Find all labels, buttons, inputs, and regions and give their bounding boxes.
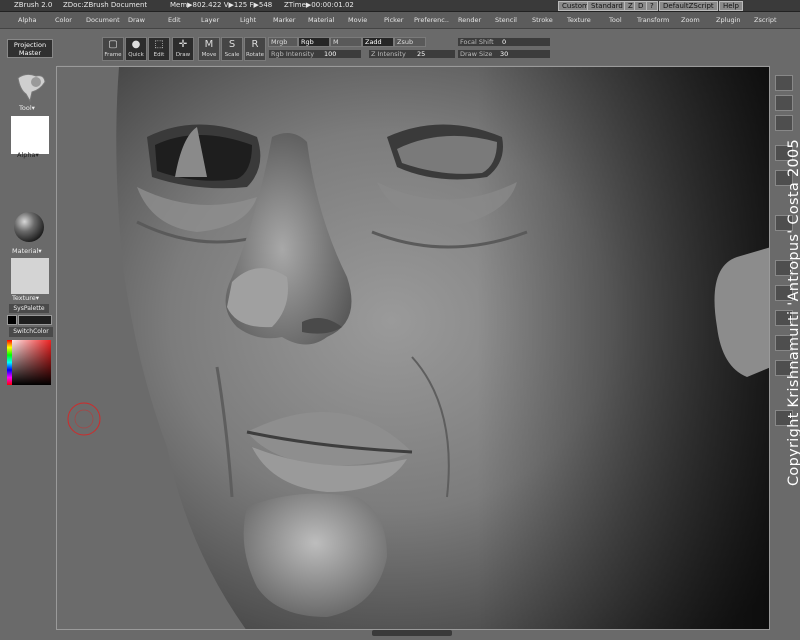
hue-bar[interactable] bbox=[7, 340, 12, 385]
menu-color[interactable]: Color bbox=[55, 16, 72, 24]
bottom-tray-handle[interactable] bbox=[372, 630, 452, 636]
rotate-icon: R bbox=[251, 39, 259, 50]
edit-icon: ⬚ bbox=[154, 39, 164, 50]
document-title: ZDoc:ZBrush Document bbox=[63, 1, 148, 9]
move-icon: M bbox=[204, 39, 214, 50]
help-question-button[interactable]: ? bbox=[646, 1, 658, 11]
focal-shift-value: 0 bbox=[502, 38, 507, 46]
switchcolor-button[interactable]: SwitchColor bbox=[9, 327, 53, 337]
title-bar: ZBrush 2.0 ZDoc:ZBrush Document Mem▶802.… bbox=[0, 0, 800, 12]
menu-edit[interactable]: Edit bbox=[168, 16, 181, 24]
rgb-intensity-label: Rgb Intensity bbox=[271, 50, 315, 58]
frame-icon: ▢ bbox=[108, 39, 118, 50]
menu-render[interactable]: Render bbox=[458, 16, 481, 24]
menu-movie[interactable]: Movie bbox=[348, 16, 367, 24]
ztime-readout: ZTime▶00:00:01.02 bbox=[284, 1, 354, 9]
projection-master-button[interactable]: Projection Master bbox=[7, 39, 53, 58]
m-toggle[interactable]: M bbox=[330, 37, 362, 47]
secondary-color-swatch[interactable] bbox=[18, 315, 52, 325]
material-sphere[interactable] bbox=[14, 212, 44, 242]
document-canvas[interactable] bbox=[56, 66, 770, 630]
rotate-label: Rotate bbox=[245, 52, 264, 58]
move-button[interactable]: M Move bbox=[198, 37, 220, 61]
frame-button[interactable]: ▢ Frame bbox=[102, 37, 124, 61]
sculpted-head-render bbox=[57, 67, 769, 629]
move-label: Move bbox=[201, 52, 217, 58]
menu-light[interactable]: Light bbox=[240, 16, 256, 24]
draw-icon: ✛ bbox=[178, 39, 188, 50]
rotate-button[interactable]: R Rotate bbox=[244, 37, 266, 61]
app-title: ZBrush 2.0 bbox=[14, 1, 53, 9]
scale-label: Scale bbox=[224, 52, 240, 58]
draw-size-value: 30 bbox=[500, 50, 509, 58]
menu-zscript[interactable]: Zscript bbox=[754, 16, 777, 24]
memory-readout: Mem▶802.422 V▶125 F▶548 bbox=[170, 1, 273, 9]
menu-document[interactable]: Document bbox=[86, 16, 120, 24]
main-color-swatch[interactable] bbox=[7, 315, 17, 325]
menu-marker[interactable]: Marker bbox=[273, 16, 295, 24]
menu-texture[interactable]: Texture bbox=[567, 16, 591, 24]
default-zscript-button[interactable]: DefaultZScript bbox=[659, 1, 718, 11]
focal-shift-label: Focal Shift bbox=[460, 38, 494, 46]
actual-icon[interactable] bbox=[775, 115, 793, 131]
frame-label: Frame bbox=[104, 52, 122, 58]
tool-thumbnail[interactable] bbox=[14, 70, 48, 104]
draw-label: Draw bbox=[175, 52, 191, 58]
menu-alpha[interactable]: Alpha bbox=[18, 16, 36, 24]
draw-size-label: Draw Size bbox=[460, 50, 493, 58]
draw-size-slider[interactable]: Draw Size 30 bbox=[457, 49, 551, 59]
edit-label: Edit bbox=[153, 52, 165, 58]
menu-tool[interactable]: Tool bbox=[609, 16, 622, 24]
quick-button[interactable]: ● Quick bbox=[125, 37, 147, 61]
rgb-intensity-slider[interactable]: Rgb Intensity 100 bbox=[268, 49, 362, 59]
menu-bar: Alpha Color Document Draw Edit Layer Lig… bbox=[0, 12, 800, 29]
texture-label[interactable]: Texture▾ bbox=[12, 294, 39, 302]
tool-label[interactable]: Tool▾ bbox=[19, 104, 35, 112]
draw-button[interactable]: ✛ Draw bbox=[172, 37, 194, 61]
menu-zplugin[interactable]: Zplugin bbox=[716, 16, 741, 24]
menu-stencil[interactable]: Stencil bbox=[495, 16, 517, 24]
color-picker[interactable] bbox=[7, 340, 51, 385]
z-intensity-value: 25 bbox=[417, 50, 426, 58]
zoom-icon[interactable] bbox=[775, 95, 793, 111]
texture-thumbnail[interactable] bbox=[11, 258, 49, 294]
menu-stroke[interactable]: Stroke bbox=[532, 16, 553, 24]
rgb-toggle[interactable]: Rgb bbox=[298, 37, 330, 47]
alpha-thumbnail[interactable] bbox=[11, 116, 49, 154]
rgb-intensity-value: 100 bbox=[324, 50, 337, 58]
quick-sphere-icon: ● bbox=[131, 39, 141, 50]
alpha-label[interactable]: Alpha▾ bbox=[17, 151, 39, 159]
edit-button[interactable]: ⬚ Edit bbox=[148, 37, 170, 61]
mrgb-toggle[interactable]: Mrgb bbox=[268, 37, 298, 47]
focal-shift-slider[interactable]: Focal Shift 0 bbox=[457, 37, 551, 47]
menu-transform[interactable]: Transform bbox=[637, 16, 669, 24]
z-intensity-label: Z Intensity bbox=[371, 50, 406, 58]
material-label[interactable]: Material▾ bbox=[12, 247, 42, 255]
menu-layer[interactable]: Layer bbox=[201, 16, 219, 24]
scroll-icon[interactable] bbox=[775, 75, 793, 91]
menu-picker[interactable]: Picker bbox=[384, 16, 403, 24]
menu-zoom[interactable]: Zoom bbox=[681, 16, 700, 24]
standard-button[interactable]: Standard bbox=[587, 1, 627, 11]
quick-label: Quick bbox=[128, 52, 144, 58]
zadd-toggle[interactable]: Zadd bbox=[362, 37, 394, 47]
scale-icon: S bbox=[228, 39, 236, 50]
menu-draw[interactable]: Draw bbox=[128, 16, 145, 24]
menu-material[interactable]: Material bbox=[308, 16, 334, 24]
help-button[interactable]: Help bbox=[719, 1, 743, 11]
menu-preferences[interactable]: Preferenc.. bbox=[414, 16, 449, 24]
syspalette-button[interactable]: SysPalette bbox=[9, 304, 49, 313]
z-intensity-slider[interactable]: Z Intensity 25 bbox=[368, 49, 456, 59]
copyright-watermark: Copyright Krishnamurti 'Antropus' Costa … bbox=[786, 138, 800, 486]
scale-button[interactable]: S Scale bbox=[221, 37, 243, 61]
zsub-toggle[interactable]: Zsub bbox=[394, 37, 426, 47]
